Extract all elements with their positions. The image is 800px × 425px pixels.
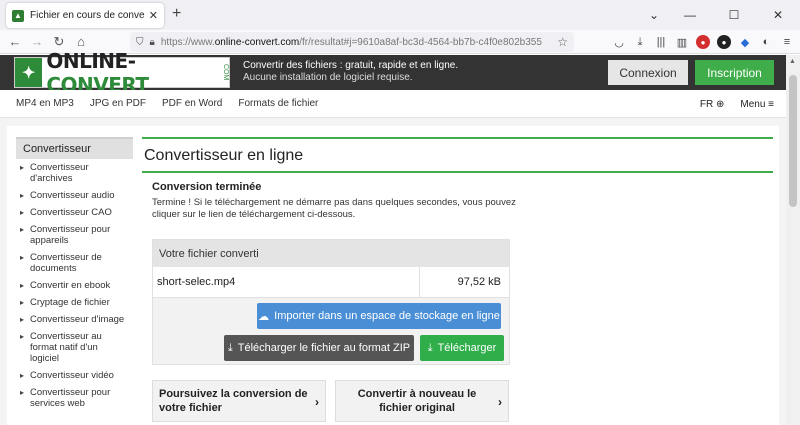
sidebar-icon[interactable]: ▥ [675,35,689,49]
sidebar-item-devices[interactable]: Convertisseur pour appareils [16,221,133,249]
file-box-title: Votre fichier converti [153,240,509,267]
sidebar-item-encryption[interactable]: Cryptage de fichier [16,294,133,311]
maximize-icon[interactable]: ☐ [712,0,756,30]
account-icon[interactable]: ◐ [759,35,773,49]
close-tab-icon[interactable]: ✕ [149,9,158,22]
tab-list-chevron-icon[interactable]: ⌄ [640,0,668,30]
download-zip-button[interactable]: ⤓ Télécharger le fichier au format ZIP [224,335,414,361]
download-button[interactable]: ⤓ Télécharger [420,335,504,361]
status-title: Conversion terminée [152,181,262,193]
file-name[interactable]: short-selec.mp4 [153,276,419,288]
sidebar-item-archive[interactable]: Convertisseur d'archives [16,159,133,187]
sidebar-item-image[interactable]: Convertisseur d'image [16,311,133,328]
scrollbar-thumb[interactable] [789,75,797,207]
file-row: short-selec.mp4 97,52 kB [153,266,509,298]
chevron-right-icon: › [498,395,502,409]
download-icon: ⤓ [227,341,233,354]
site-header: ✦ ONLINE-CONVERT COM Convertir des fichi… [0,49,786,97]
tab-title: Fichier en cours de conversion [30,10,145,21]
nav-item-file-formats[interactable]: Formats de fichier [238,98,318,109]
lock-icon[interactable]: 🔒︎ [150,37,155,48]
content-panel: Convertisseur Convertisseur d'archives C… [7,126,779,425]
vpn-extension-icon[interactable]: ◆ [738,35,752,49]
converter-sidebar: Convertisseur Convertisseur d'archives C… [16,137,133,412]
close-window-icon[interactable]: ✕ [756,0,800,30]
download-icon: ⤓ [427,341,433,354]
sidebar-item-cad[interactable]: Convertisseur CAO [16,204,133,221]
adblock-extension-icon[interactable]: ● [696,35,710,49]
cloud-upload-icon: ☁ [258,310,270,323]
minimize-icon[interactable]: — [668,0,712,30]
sidebar-title[interactable]: Convertisseur [16,137,133,159]
bookmark-star-icon[interactable]: ☆ [557,35,568,49]
nav-item-pdf-word[interactable]: PDF en Word [162,98,222,109]
status-description: Termine ! Si le téléchargement ne démarr… [152,197,516,220]
page-content: Convertisseur Convertisseur d'archives C… [0,118,786,425]
logo-figure-icon: ✦ [15,58,43,87]
browser-tab[interactable]: ▲ Fichier en cours de conversion ✕ [6,3,164,28]
reload-icon[interactable]: ↻ [48,34,70,50]
extension-icon[interactable]: ● [717,35,731,49]
file-size: 97,52 kB [419,266,509,298]
hamburger-icon: ≡ [768,98,774,110]
sidebar-item-audio[interactable]: Convertisseur audio [16,187,133,204]
library-icon[interactable]: ||| [654,35,668,49]
site-logo[interactable]: ✦ ONLINE-CONVERT COM [14,49,230,97]
sidebar-item-web-services[interactable]: Convertisseur pour services web [16,384,133,412]
nav-item-jpg-pdf[interactable]: JPG en PDF [90,98,146,109]
upload-cloud-button[interactable]: ☁ Importer dans un espace de stockage en… [257,303,501,329]
globe-icon: ⊕ [715,98,725,110]
url-text: https://www.online-convert.com/fr/result… [160,36,542,48]
site-nav: MP4 en MP3 JPG en PDF PDF en Word Format… [0,90,786,118]
page-scrollbar[interactable]: ▲ [786,55,800,425]
browser-tab-bar: ▲ Fichier en cours de conversion ✕ + ⌄ —… [0,0,800,30]
home-icon[interactable]: ⌂ [70,34,92,49]
chevron-right-icon: › [315,395,319,409]
sidebar-item-ebook[interactable]: Convertir en ebook [16,277,133,294]
language-selector[interactable]: FR ⊕ [700,99,725,110]
forward-icon[interactable]: → [26,34,48,49]
download-icon[interactable]: ⤓ [633,35,647,49]
menu-button[interactable]: Menu ≡ [740,99,774,110]
back-icon[interactable]: ← [4,34,26,49]
sidebar-item-native-software[interactable]: Convertisseur au format natif d'un logic… [16,328,133,367]
continue-conversion-card[interactable]: Poursuivez la conversion de votre fichie… [152,380,326,422]
shield-icon[interactable]: ⛉ [136,37,144,48]
menu-icon[interactable]: ≡ [780,35,794,49]
signup-button[interactable]: Inscription [695,60,774,85]
login-button[interactable]: Connexion [608,60,688,85]
window-controls: ⌄ — ☐ ✕ [640,0,800,30]
sidebar-item-documents[interactable]: Convertisseur de documents [16,249,133,277]
site-tagline: Convertir des fichiers : gratuit, rapide… [243,60,459,83]
pocket-icon[interactable]: ◡ [612,35,626,49]
converted-file-box: Votre fichier converti short-selec.mp4 9… [152,239,510,365]
logo-suffix: COM [222,64,229,81]
browser-toolbar-icons: ◡ ⤓ ||| ▥ ● ● ◆ ◐ ≡ [612,30,794,54]
main-content: Convertisseur en ligne Conversion termin… [142,137,773,422]
page-title: Convertisseur en ligne [142,139,773,173]
new-tab-icon[interactable]: + [172,5,181,23]
convert-again-card[interactable]: Convertir à nouveau le fichier original … [335,380,509,422]
sidebar-item-video[interactable]: Convertisseur vidéo [16,367,133,384]
scroll-up-icon[interactable]: ▲ [789,58,796,65]
nav-item-mp4-mp3[interactable]: MP4 en MP3 [16,98,74,109]
site-favicon-icon: ▲ [12,9,24,22]
